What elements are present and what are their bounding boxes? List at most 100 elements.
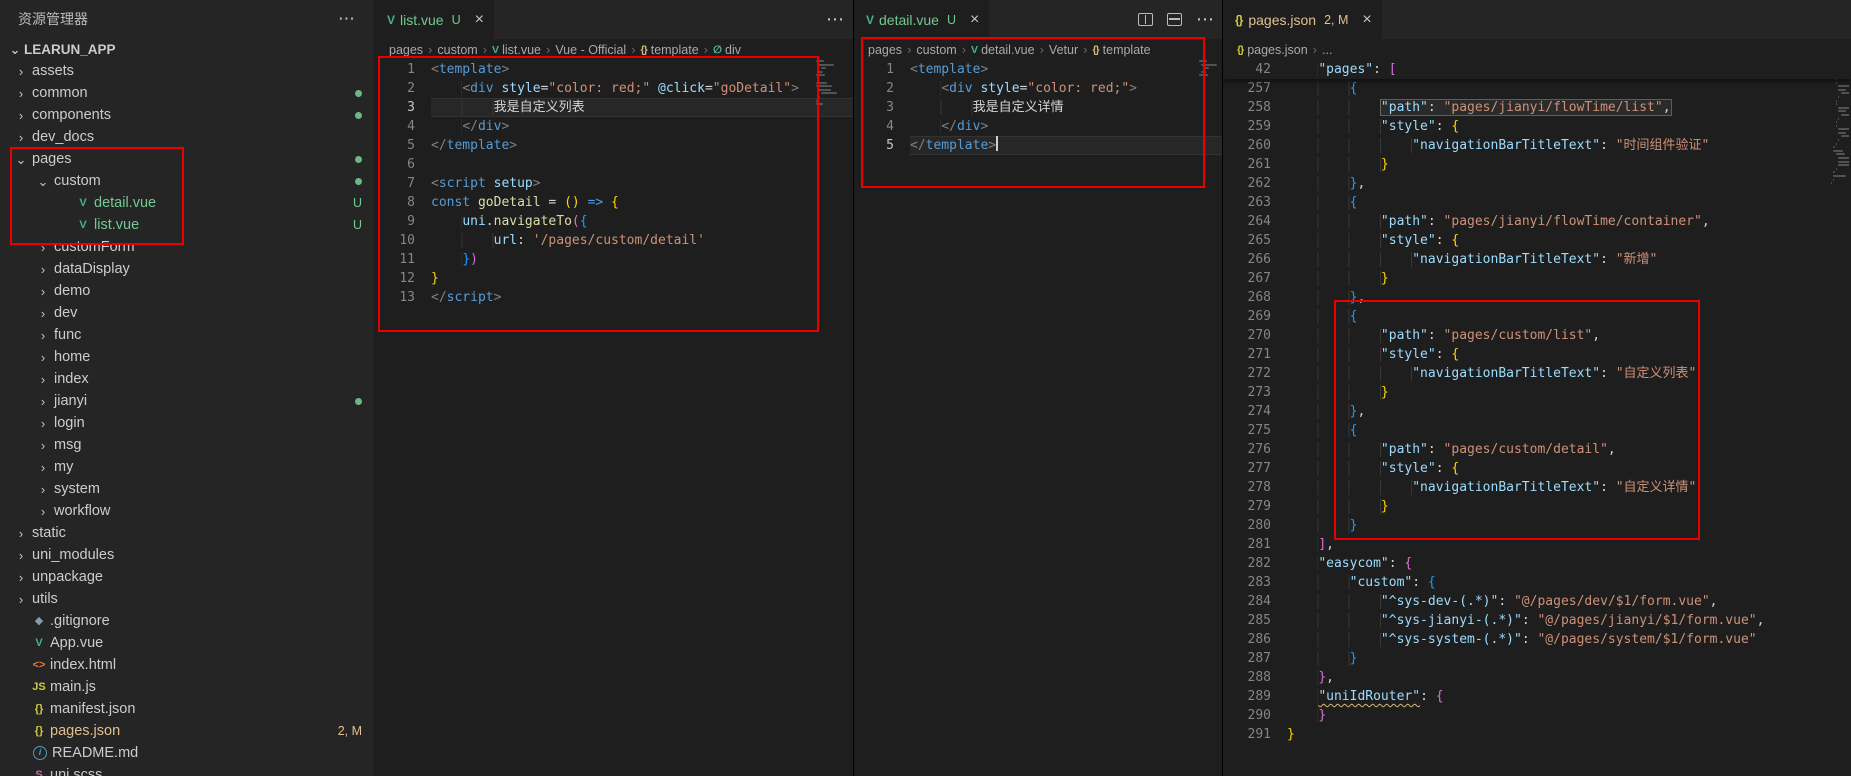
folder-item-login[interactable]: ›login — [0, 412, 374, 434]
code-area[interactable]: 42 "pages": [257 {258 "path": "pages/jia… — [1223, 60, 1851, 776]
line-number: 6 — [375, 155, 431, 174]
folder-item-unpackage[interactable]: ›unpackage — [0, 566, 374, 588]
project-root-label: LEARUN_APP — [24, 42, 116, 57]
breadcrumb-label: custom — [916, 43, 956, 57]
breadcrumb-item[interactable]: {}template — [1092, 43, 1150, 57]
file-item-uni.scss[interactable]: Suni.scss — [0, 764, 374, 776]
json-file-icon: {} — [1235, 13, 1242, 27]
explorer-more-actions-icon[interactable]: ⋯ — [338, 9, 356, 29]
folder-item-my[interactable]: ›my — [0, 456, 374, 478]
breadcrumbs: pages›custom›Vlist.vue›Vue - Official›{}… — [375, 39, 853, 60]
folder-item-dev[interactable]: ›dev — [0, 302, 374, 324]
close-icon[interactable]: × — [1362, 12, 1371, 28]
tree-item-label: index.html — [50, 657, 116, 673]
file-item-main.js[interactable]: JSmain.js — [0, 676, 374, 698]
file-tree: ›assets›common›components›dev_docs⌄pages… — [0, 60, 374, 776]
folder-item-func[interactable]: ›func — [0, 324, 374, 346]
folder-item-static[interactable]: ›static — [0, 522, 374, 544]
tab-pages.json[interactable]: {}pages.json2, M× — [1223, 0, 1382, 39]
minimap[interactable] — [1831, 60, 1849, 776]
breadcrumb-item[interactable]: Vdetail.vue — [971, 43, 1035, 57]
file-item-README.md[interactable]: iREADME.md — [0, 742, 374, 764]
code-line: 4 </div> — [854, 117, 1223, 136]
folder-item-assets[interactable]: ›assets — [0, 60, 374, 82]
code-line: 275 { — [1223, 421, 1851, 440]
breadcrumb-item[interactable]: Vlist.vue — [492, 43, 541, 57]
folder-item-demo[interactable]: ›demo — [0, 280, 374, 302]
line-number: 12 — [375, 269, 431, 288]
breadcrumb-item[interactable]: ... — [1322, 43, 1332, 57]
file-item-manifest.json[interactable]: {}manifest.json — [0, 698, 374, 720]
breadcrumb-label: Vetur — [1049, 43, 1078, 57]
git-file-icon: ◆ — [30, 616, 48, 627]
file-item-detail.vue[interactable]: Vdetail.vueU — [0, 192, 374, 214]
tree-item-label: pages — [32, 151, 72, 167]
folder-item-workflow[interactable]: ›workflow — [0, 500, 374, 522]
folder-item-pages[interactable]: ⌄pages — [0, 148, 374, 170]
close-icon[interactable]: × — [475, 12, 484, 28]
minimap[interactable] — [1199, 60, 1217, 776]
file-item-App.vue[interactable]: VApp.vue — [0, 632, 374, 654]
folder-item-customForm[interactable]: ›customForm — [0, 236, 374, 258]
line-number: 286 — [1223, 630, 1287, 649]
tree-item-label: customForm — [54, 239, 135, 255]
line-number: 3 — [375, 98, 431, 117]
close-icon[interactable]: × — [970, 12, 979, 28]
vscode-workbench: { "colors": { "annotation": "#ea0000", "… — [0, 0, 1851, 776]
breadcrumb-item[interactable]: {}pages.json — [1237, 43, 1308, 57]
tree-item-label: login — [54, 415, 85, 431]
breadcrumb-separator-icon: › — [546, 42, 550, 57]
line-number: 278 — [1223, 478, 1287, 497]
minimap[interactable] — [816, 60, 840, 776]
project-root-row[interactable]: ⌄ LEARUN_APP — [0, 38, 374, 60]
file-item-pages.json[interactable]: {}pages.json2, M — [0, 720, 374, 742]
breadcrumb-item[interactable]: custom — [437, 43, 477, 57]
tab-list.vue[interactable]: Vlist.vueU× — [375, 0, 494, 39]
breadcrumb-item[interactable]: Vetur — [1049, 43, 1078, 57]
folder-item-msg[interactable]: ›msg — [0, 434, 374, 456]
tab-detail.vue[interactable]: Vdetail.vueU× — [854, 0, 989, 39]
line-number: 2 — [854, 79, 910, 98]
chevron-right-icon: › — [34, 285, 52, 298]
more-actions-icon[interactable]: ⋯ — [826, 9, 845, 30]
explorer-title: 资源管理器 — [18, 9, 88, 29]
folder-item-home[interactable]: ›home — [0, 346, 374, 368]
file-item-list.vue[interactable]: Vlist.vueU — [0, 214, 374, 236]
line-number: 257 — [1223, 79, 1287, 98]
tree-item-label: uni_modules — [32, 547, 114, 563]
folder-item-system[interactable]: ›system — [0, 478, 374, 500]
folder-item-uni_modules[interactable]: ›uni_modules — [0, 544, 374, 566]
folder-item-components[interactable]: ›components — [0, 104, 374, 126]
breadcrumb-item[interactable]: pages — [868, 43, 902, 57]
element-symbol-icon: ∅ — [713, 44, 721, 56]
folder-item-dataDisplay[interactable]: ›dataDisplay — [0, 258, 374, 280]
folder-item-common[interactable]: ›common — [0, 82, 374, 104]
folder-item-utils[interactable]: ›utils — [0, 588, 374, 610]
chevron-right-icon: › — [34, 307, 52, 320]
code-line: 7<script setup> — [375, 174, 853, 193]
breadcrumb-item[interactable]: {}template — [641, 43, 699, 57]
editor-layout-icon[interactable] — [1167, 13, 1182, 26]
tree-item-label: README.md — [52, 745, 138, 761]
folder-item-jianyi[interactable]: ›jianyi — [0, 390, 374, 412]
code-line: 282 "easycom": { — [1223, 554, 1851, 573]
split-editor-icon[interactable] — [1138, 13, 1153, 26]
code-area[interactable]: 1<template>2 <div style="color: red;">3 … — [854, 60, 1223, 776]
more-actions-icon[interactable]: ⋯ — [1196, 9, 1215, 30]
breadcrumb-item[interactable]: pages — [389, 43, 423, 57]
tree-item-label: dataDisplay — [54, 261, 130, 277]
breadcrumb-item[interactable]: custom — [916, 43, 956, 57]
code-line: 1<template> — [375, 60, 853, 79]
breadcrumb-item[interactable]: Vue - Official — [555, 43, 626, 57]
file-item-index.html[interactable]: <>index.html — [0, 654, 374, 676]
git-change-dot — [355, 90, 362, 97]
folder-item-index[interactable]: ›index — [0, 368, 374, 390]
file-item-.gitignore[interactable]: ◆.gitignore — [0, 610, 374, 632]
breadcrumb-item[interactable]: ∅div — [713, 43, 741, 57]
chevron-right-icon: › — [12, 65, 30, 78]
folder-item-custom[interactable]: ⌄custom — [0, 170, 374, 192]
folder-item-dev_docs[interactable]: ›dev_docs — [0, 126, 374, 148]
code-line: 266 "navigationBarTitleText": "新增" — [1223, 250, 1851, 269]
tree-item-label: .gitignore — [50, 613, 110, 629]
code-area[interactable]: 1<template>2 <div style="color: red;" @c… — [375, 60, 853, 776]
